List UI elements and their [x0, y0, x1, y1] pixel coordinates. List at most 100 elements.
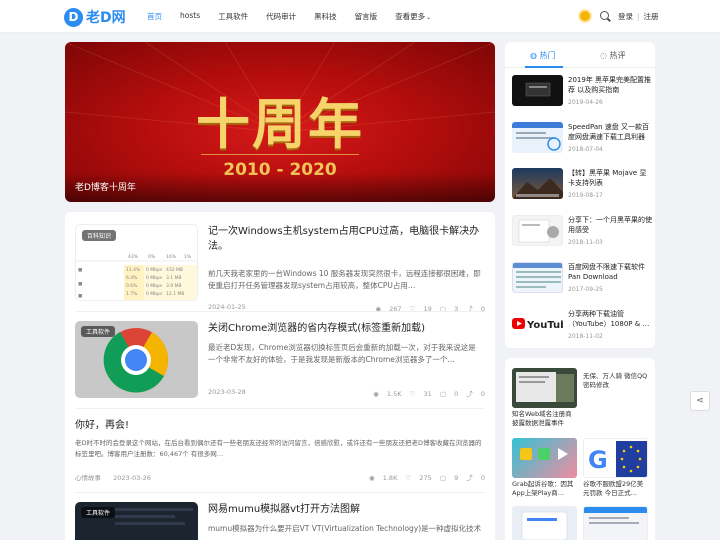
share-icon[interactable]: ⤴ [466, 390, 473, 398]
hot-item[interactable]: 【转】黑苹果 Mojave 显卡支持列表 2019-08-17 [512, 168, 652, 208]
hot-item[interactable]: SpeedPan 速盘 又一款百度网盘满速下载工具利器 2018-07-04 [512, 122, 652, 162]
banner-caption[interactable]: 老D博客十周年 [75, 180, 136, 193]
share-icon[interactable]: ⤴ [466, 474, 473, 482]
nav-hosts[interactable]: hosts [180, 11, 200, 22]
heart-icon[interactable]: ♡ [405, 474, 411, 482]
hot-date: 2018-07-04 [568, 146, 603, 153]
post-thumbnail[interactable]: 工具软件 [75, 321, 198, 398]
hot-date: 2018-11-02 [568, 333, 603, 340]
grid-item[interactable]: 知名Web域名注册商披露数据泄露事件 [512, 368, 577, 428]
nav-guestbook[interactable]: 留言版 [355, 11, 378, 22]
comment-count: 9 [454, 474, 459, 482]
tab-hot[interactable]: ◍ 热门 [530, 50, 556, 61]
grid-thumbnail [512, 506, 577, 540]
grid-item[interactable]: 无保、万人骑 微信QQ密码修改 [583, 368, 648, 390]
hot-thumbnail [512, 215, 563, 246]
hot-item[interactable]: 2019年 黑苹果完美配置推荐 以及购买指南 2019-04-26 [512, 75, 652, 115]
svg-text:11.4%: 11.4% [126, 267, 141, 273]
share-count: 0 [480, 390, 485, 398]
hot-item[interactable]: YouTube 分享两种下载油管（YouTube）1080P & … 2018-… [512, 309, 652, 349]
hot-item[interactable]: 百度网盘不限速下载软件 Pan Download 2017-09-25 [512, 262, 652, 302]
svg-text:0 Mbps: 0 Mbps [146, 267, 163, 273]
site-logo[interactable]: D 老D网 [64, 7, 126, 27]
svg-text:12.1 MB: 12.1 MB [166, 291, 184, 297]
hot-title: 百度网盘不限速下载软件 Pan Download [568, 263, 645, 281]
svg-text:0 Mbps: 0 Mbps [146, 283, 163, 289]
grid-thumbnail [583, 506, 648, 540]
post-divider [75, 408, 485, 409]
svg-text:43%: 43% [128, 254, 139, 260]
nav-more[interactable]: 查看更多⌄ [395, 11, 431, 22]
svg-text:■: ■ [78, 294, 82, 299]
hot-thumbnail: YouTube [512, 309, 563, 340]
eye-icon: ◉ [368, 474, 375, 482]
svg-text:3.1 MB: 3.1 MB [166, 275, 182, 281]
svg-text:■: ■ [78, 282, 82, 287]
post-category-tag[interactable]: 百科知识 [82, 230, 117, 241]
post-meta: 2023-03-28 ◉ 1.5K ♡ 31 ▢ 0 ⤴ 0 [208, 388, 485, 398]
post-divider [75, 311, 485, 312]
hot-tabs: ◍ 热门 ◌ 热评 [505, 42, 655, 68]
comment-icon[interactable]: ▢ [440, 390, 446, 398]
grid-title: Grab起诉谷歌：因其App上架Play商… [512, 480, 574, 497]
hot-title: 分享下：一个月黑苹果的使用感受 [568, 216, 652, 234]
hot-thumbnail [512, 262, 563, 293]
post-title[interactable]: 记一次Windows主机system占用CPU过高，电脑很卡解决办法。 [208, 224, 483, 254]
hero-banner[interactable]: 十周年 2010 - 2020 老D博客十周年 [65, 42, 495, 202]
grid-item[interactable] [512, 506, 577, 540]
view-count: 1.5K [386, 390, 402, 398]
grid-item[interactable]: Grab起诉谷歌：因其App上架Play商… [512, 438, 577, 498]
active-tab-indicator [525, 66, 563, 68]
nav-home[interactable]: 首页 [147, 11, 162, 22]
share-icon: ⋖ [696, 396, 704, 406]
heart-icon[interactable]: ♡ [410, 390, 416, 398]
svg-text:0%: 0% [148, 254, 156, 260]
chat-icon: ◌ [600, 51, 607, 60]
grid-thumbnail [512, 438, 577, 478]
auth-separator: | [637, 12, 640, 21]
search-icon[interactable] [600, 11, 609, 20]
register-link[interactable]: 注册 [644, 12, 659, 21]
hot-item[interactable]: 分享下：一个月黑苹果的使用感受 2018-11-03 [512, 215, 652, 255]
svg-text:1%: 1% [184, 254, 192, 260]
svg-text:■: ■ [78, 268, 82, 273]
tab-hot-comments[interactable]: ◌ 热评 [600, 50, 626, 61]
logo-text: 老D网 [86, 10, 126, 26]
svg-text:16%: 16% [166, 254, 177, 260]
site-header: D 老D网 首页 hosts 工具软件 代码审计 黑科技 留言版 查看更多⌄ 登… [0, 0, 720, 33]
hot-title: 分享两种下载油管（YouTube）1080P & … [568, 310, 650, 328]
post-thumbnail[interactable]: 工具软件 [75, 502, 198, 540]
nav-code-audit[interactable]: 代码审计 [266, 11, 296, 22]
post-item: 工具软件 关闭Chrome浏览器的省内存模式(标签重新加载) 最近老D发现，Ch… [75, 321, 485, 411]
post-title[interactable]: 关闭Chrome浏览器的省内存模式(标签重新加载) [208, 321, 483, 336]
post-date: 2024-01-25 [208, 303, 246, 311]
svg-text:432 MB: 432 MB [166, 267, 183, 273]
grid-item[interactable] [583, 506, 648, 540]
theme-toggle-icon[interactable] [580, 11, 590, 21]
nav-black-tech[interactable]: 黑科技 [314, 11, 337, 22]
hot-title: 【转】黑苹果 Mojave 显卡支持列表 [568, 169, 647, 187]
auth-links: 登录 | 注册 [618, 11, 659, 22]
hot-thumbnail [512, 75, 563, 106]
post-thumbnail[interactable]: 43% 0% 16% 1% ■ ■ ■ 11.4% 6.4% 0.6% 1.7% 0 Mbps 0… [75, 224, 198, 301]
post-title[interactable]: 网易mumu模拟器vt打开方法图解 [208, 502, 483, 517]
post-category-tag[interactable]: 工具软件 [81, 326, 116, 337]
comment-icon[interactable]: ▢ [440, 474, 446, 482]
related-grid-widget: 知名Web域名注册商披露数据泄露事件 无保、万人骑 微信QQ密码修改 Grab起… [505, 358, 655, 540]
hot-date: 2019-08-17 [568, 192, 603, 199]
eye-icon: ◉ [373, 390, 379, 398]
post-author[interactable]: 心情故事 [75, 474, 101, 482]
grid-item[interactable]: G 谷歌不服欧盟29亿美元罚款 今日正式… [583, 438, 648, 498]
share-float-button[interactable]: ⋖ [690, 391, 710, 411]
grid-title: 知名Web域名注册商披露数据泄露事件 [512, 410, 572, 427]
post-date: 2023-03-28 [208, 388, 246, 396]
nav-tools[interactable]: 工具软件 [218, 11, 248, 22]
post-title[interactable]: 你好，再会! [75, 418, 485, 433]
tab-hot-label: 热门 [539, 51, 556, 60]
post-category-tag[interactable]: 工具软件 [81, 507, 116, 518]
hot-title: SpeedPan 速盘 又一款百度网盘满速下载工具利器 [568, 123, 650, 141]
nav-more-label: 查看更多 [395, 12, 426, 21]
login-link[interactable]: 登录 [618, 12, 633, 21]
grid-thumbnail [512, 368, 577, 408]
post-excerpt: 前几天我老家里的一台Windows 10 服务器发现突然很卡，远程连接都很困难，… [208, 269, 481, 290]
